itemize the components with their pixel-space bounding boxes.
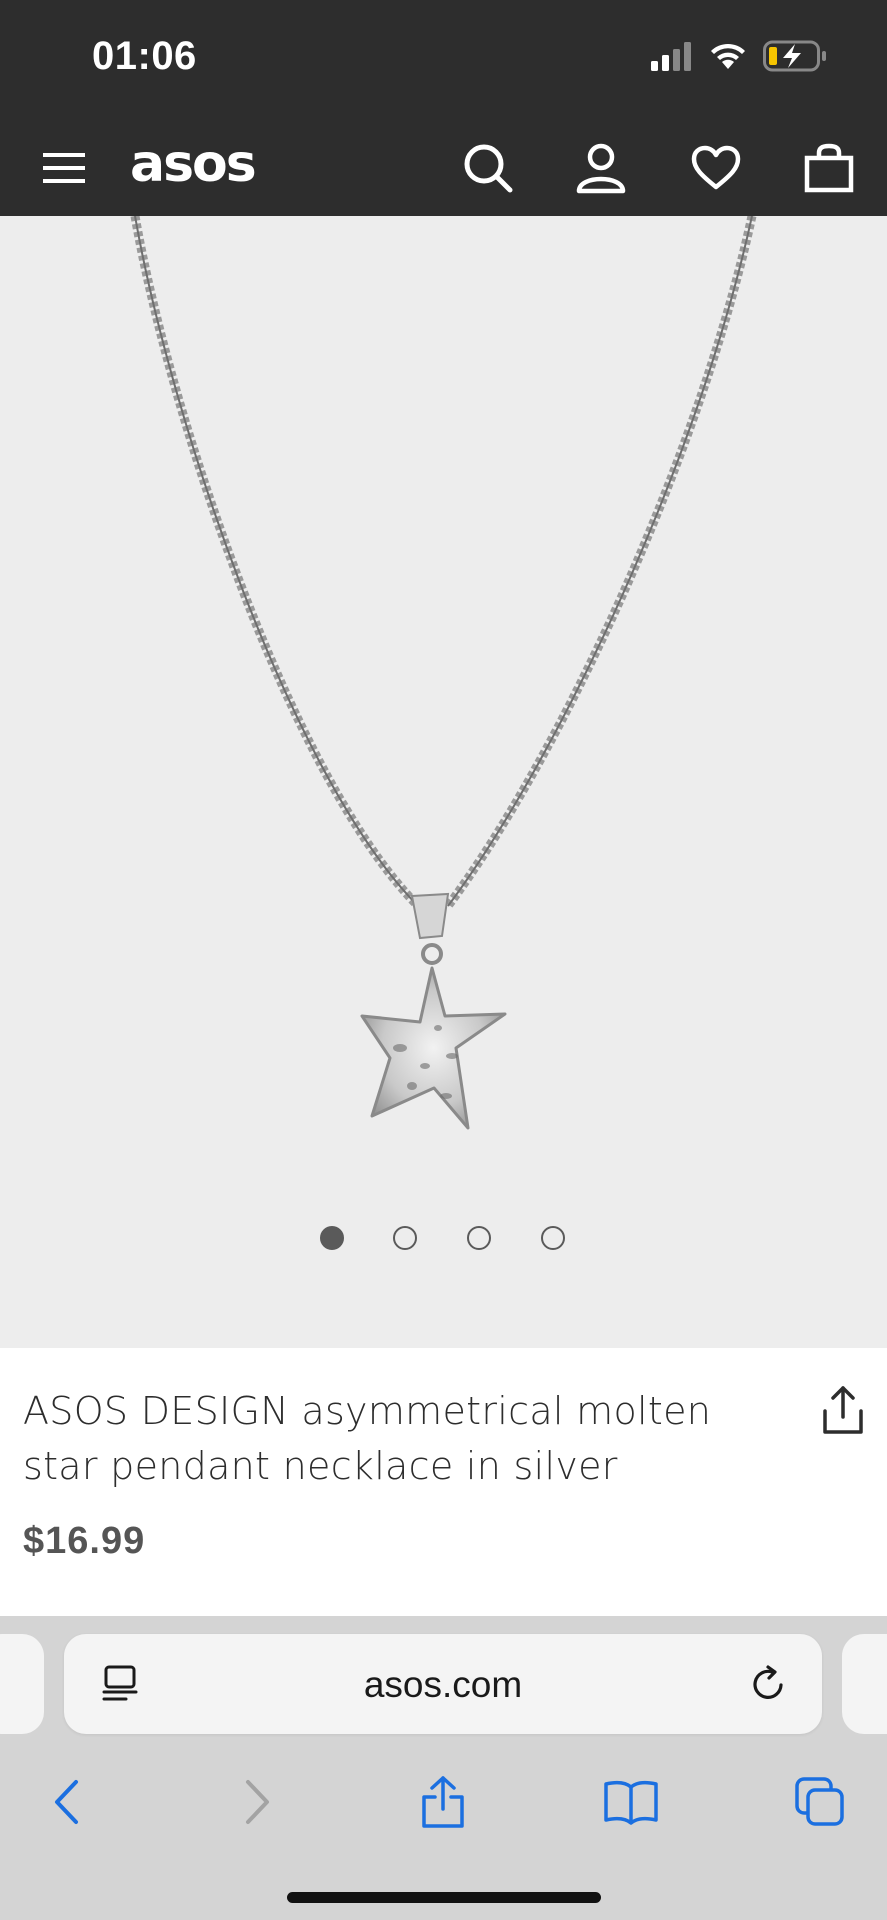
address-bar[interactable]: asos.com [64,1634,822,1734]
bag-icon [804,143,854,193]
menu-button[interactable] [32,136,96,200]
forward-button[interactable] [218,1762,298,1842]
share-icon [422,1776,464,1828]
home-indicator [287,1892,601,1903]
next-tab-preview[interactable] [842,1634,887,1734]
browser-toolbar [0,1762,887,1852]
bag-button[interactable] [797,136,861,200]
reload-button[interactable] [746,1662,790,1706]
search-button[interactable] [456,136,520,200]
status-time: 01:06 [92,34,197,78]
previous-tab-preview[interactable] [0,1634,44,1734]
search-icon [464,144,513,193]
book-icon [604,1781,658,1825]
chevron-left-icon [55,1780,78,1824]
tabs-button[interactable] [780,1762,860,1842]
share-icon [823,1386,863,1434]
product-info: ASOS DESIGN asymmetrical molten star pen… [0,1348,887,1616]
wifi-icon [711,43,745,69]
necklace-product-photo [130,216,757,1130]
share-product-button[interactable] [813,1380,873,1440]
site-header: asos [0,118,887,216]
chevron-right-icon [246,1780,269,1824]
saved-items-button[interactable] [684,136,748,200]
menu-icon [43,153,85,183]
carousel-dot-3[interactable] [467,1226,491,1250]
cellular-signal-icon [651,42,691,71]
asos-logo[interactable]: asos [130,134,257,194]
reload-icon [753,1665,783,1699]
status-bar: 01:06 [0,0,887,118]
carousel-dot-1[interactable] [320,1226,344,1250]
bookmarks-button[interactable] [591,1762,671,1842]
heart-icon [691,145,741,190]
tabs-icon [795,1777,844,1826]
carousel-dot-4[interactable] [541,1226,565,1250]
safari-bottom-bar: asos.com [0,1616,887,1920]
battery-charging-icon [763,40,826,72]
account-button[interactable] [569,136,633,200]
product-image-carousel[interactable]: 415 [0,216,887,1348]
url-text: asos.com [363,1664,523,1705]
product-title: ASOS DESIGN asymmetrical molten star pen… [23,1389,712,1488]
back-button[interactable] [26,1762,106,1842]
carousel-dot-2[interactable] [393,1226,417,1250]
account-icon [576,143,626,194]
share-page-button[interactable] [403,1762,483,1842]
product-price: $16.99 [23,1520,146,1562]
status-icons [651,40,827,72]
carousel-dots [0,1226,887,1256]
